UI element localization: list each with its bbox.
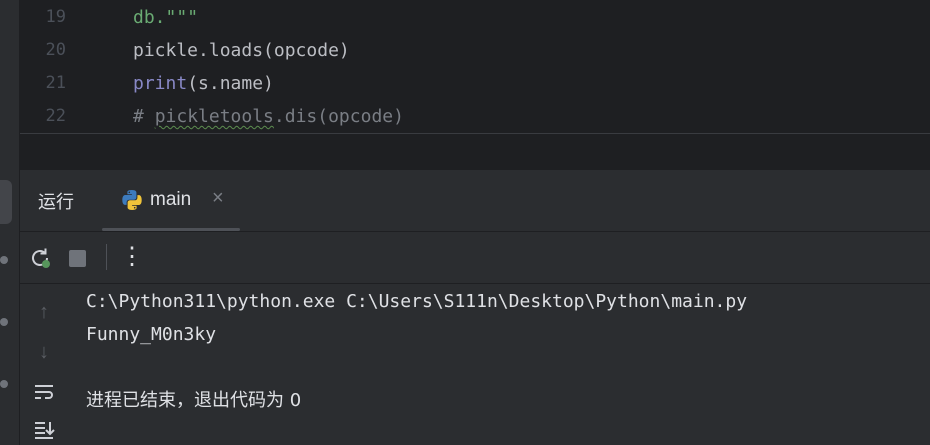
code-token: """ xyxy=(165,7,199,28)
code-text: db.""" xyxy=(133,1,198,34)
rerun-icon[interactable] xyxy=(28,246,52,270)
code-token: pickletools xyxy=(154,106,274,127)
tool-glyph-icon[interactable] xyxy=(0,318,8,326)
arrow-down-icon[interactable]: ↓ xyxy=(32,340,56,364)
console-line: Funny_M0n3ky xyxy=(86,324,217,345)
code-text: pickle.loads(opcode) xyxy=(133,34,350,67)
active-tab-indicator xyxy=(102,228,240,231)
console-line: C:\Python311\python.exe C:\Users\S111n\D… xyxy=(86,291,748,312)
code-text: print(s.name) xyxy=(133,67,274,100)
more-options-icon[interactable]: ⋮ xyxy=(120,242,144,272)
code-line: 20 pickle.loads(opcode) xyxy=(20,34,930,67)
tool-window-title: 运行 xyxy=(38,192,74,213)
code-text: # pickletools.dis(opcode) xyxy=(133,100,404,133)
stop-icon[interactable] xyxy=(69,250,86,267)
code-editor[interactable]: 19 db.""" 20 pickle.loads(opcode) 21 pri… xyxy=(20,0,930,133)
scroll-to-end-icon[interactable] xyxy=(32,418,56,442)
code-token: print xyxy=(133,73,188,94)
run-toolbar: ⋮ xyxy=(20,232,930,284)
toolbar-divider xyxy=(106,244,107,270)
run-tool-button[interactable] xyxy=(0,180,12,224)
code-token: pickle.loads(opcode) xyxy=(133,40,350,61)
run-tool-window-header: 运行 main × xyxy=(20,170,930,232)
close-icon[interactable]: × xyxy=(212,187,224,210)
code-token: db. xyxy=(133,7,166,28)
console-line: 进程已结束，退出代码为 0 xyxy=(86,390,302,411)
line-number: 22 xyxy=(45,106,66,126)
code-line: 21 print(s.name) xyxy=(20,67,930,100)
run-console-output[interactable]: C:\Python311\python.exe C:\Users\S111n\D… xyxy=(68,284,930,445)
code-token: # xyxy=(133,106,155,127)
code-token: (s.name) xyxy=(187,73,274,94)
console-side-toolbar: ↑ ↓ xyxy=(20,284,68,445)
tool-glyph-icon[interactable] xyxy=(0,256,8,264)
tool-glyph-icon[interactable] xyxy=(0,380,8,388)
python-icon xyxy=(122,190,142,210)
line-number: 20 xyxy=(45,40,66,60)
code-line: 22 # pickletools.dis(opcode) xyxy=(20,100,930,133)
tab-main[interactable]: main × xyxy=(102,170,240,231)
code-line: 19 db.""" xyxy=(20,1,930,34)
left-tool-strip xyxy=(0,0,20,445)
code-token: .dis(opcode) xyxy=(273,106,404,127)
tab-label: main xyxy=(150,189,192,210)
arrow-up-icon[interactable]: ↑ xyxy=(32,300,56,324)
soft-wrap-icon[interactable] xyxy=(32,380,56,404)
editor-bottom-area xyxy=(20,133,930,171)
line-number: 19 xyxy=(45,7,66,27)
line-number: 21 xyxy=(45,73,66,93)
